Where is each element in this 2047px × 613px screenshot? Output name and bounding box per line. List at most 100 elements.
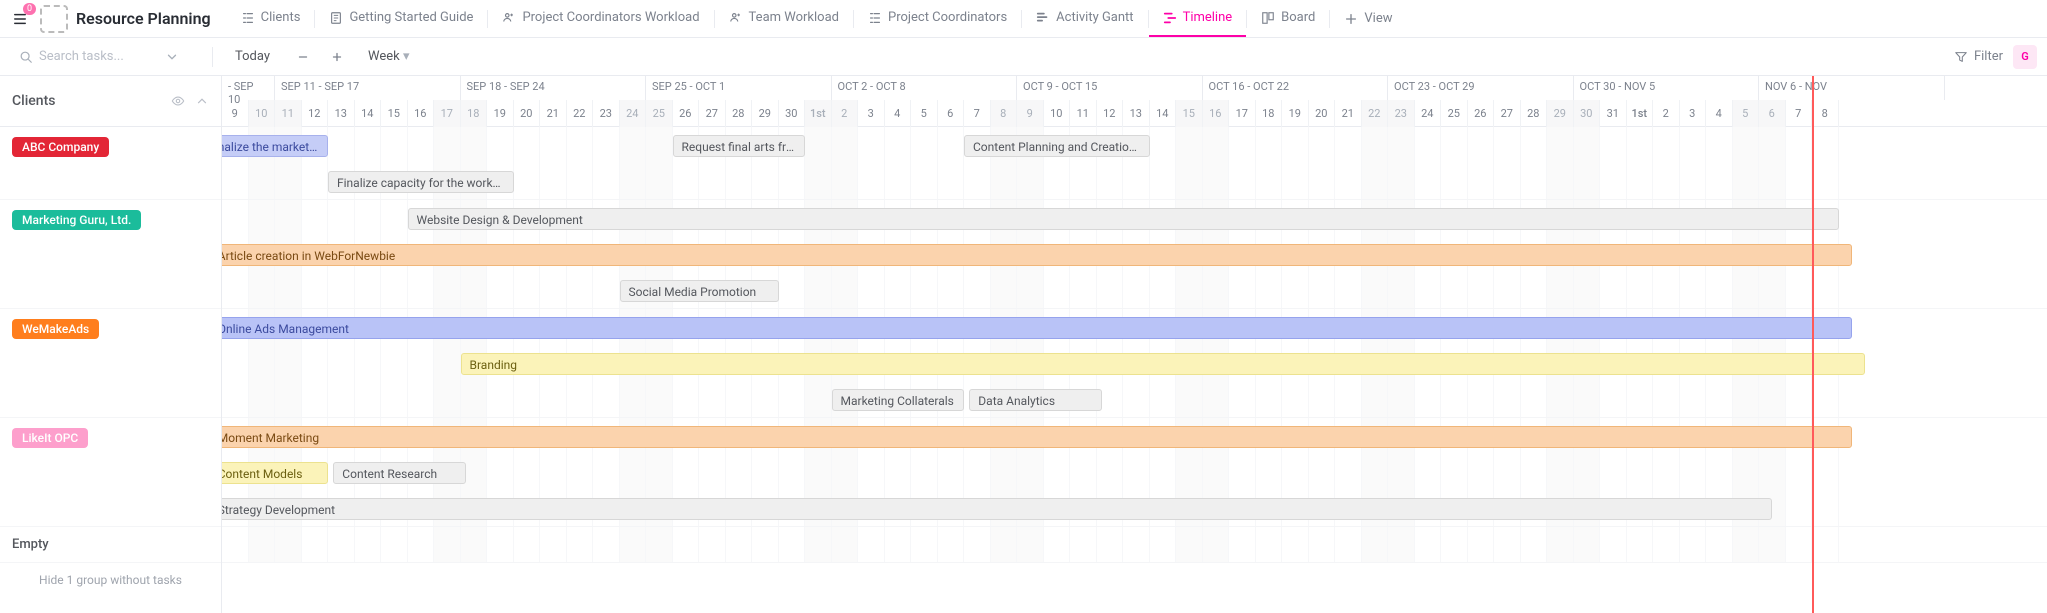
- day-header[interactable]: 17: [1229, 100, 1256, 127]
- task-bar[interactable]: Marketing Collaterals: [832, 389, 965, 411]
- collapse-icon[interactable]: [195, 94, 209, 108]
- client-row[interactable]: ABC Company: [0, 127, 221, 200]
- day-header[interactable]: 18: [461, 100, 488, 127]
- day-header[interactable]: 5: [911, 100, 938, 127]
- view-tab-board[interactable]: Board: [1247, 0, 1329, 37]
- day-header[interactable]: 10: [249, 100, 276, 127]
- next-button[interactable]: [326, 46, 348, 68]
- day-header[interactable]: 14: [355, 100, 382, 127]
- day-header[interactable]: 19: [1282, 100, 1309, 127]
- day-header[interactable]: 27: [699, 100, 726, 127]
- client-row[interactable]: Empty: [0, 527, 221, 563]
- chevron-down-icon[interactable]: [165, 50, 179, 64]
- day-header[interactable]: 29: [752, 100, 779, 127]
- view-tab-getting-started-guide[interactable]: Getting Started Guide: [315, 0, 487, 37]
- list-color-icon[interactable]: [40, 5, 68, 33]
- group-by-button[interactable]: G: [2013, 45, 2037, 69]
- menu-toggle[interactable]: 0: [8, 7, 32, 31]
- view-tab-clients[interactable]: Clients: [227, 0, 315, 37]
- day-header[interactable]: 24: [1415, 100, 1442, 127]
- day-header[interactable]: 25: [1441, 100, 1468, 127]
- day-header[interactable]: 8: [1812, 100, 1839, 127]
- day-header[interactable]: 15: [1176, 100, 1203, 127]
- day-header[interactable]: 28: [1521, 100, 1548, 127]
- day-header[interactable]: 6: [1759, 100, 1786, 127]
- day-header[interactable]: 17: [434, 100, 461, 127]
- prev-button[interactable]: [292, 46, 314, 68]
- view-tab-project-coordinators-workload[interactable]: Project Coordinators Workload: [488, 0, 713, 37]
- day-header[interactable]: 4: [885, 100, 912, 127]
- task-bar[interactable]: nalize the marketin...: [222, 135, 328, 157]
- day-header[interactable]: 10: [1044, 100, 1071, 127]
- day-header[interactable]: 9: [222, 100, 249, 127]
- day-header[interactable]: 14: [1150, 100, 1177, 127]
- view-tab-project-coordinators[interactable]: Project Coordinators: [854, 0, 1021, 37]
- hide-empty-link[interactable]: Hide 1 group without tasks: [0, 563, 221, 597]
- day-header[interactable]: 27: [1494, 100, 1521, 127]
- task-bar[interactable]: Content Planning and Creation fo...: [964, 135, 1150, 157]
- day-header[interactable]: 16: [408, 100, 435, 127]
- day-header[interactable]: 20: [514, 100, 541, 127]
- task-bar[interactable]: Social Media Promotion: [620, 280, 779, 302]
- day-header[interactable]: 12: [1097, 100, 1124, 127]
- task-bar[interactable]: Website Design & Development: [408, 208, 1839, 230]
- day-header[interactable]: 16: [1203, 100, 1230, 127]
- day-header[interactable]: 23: [593, 100, 620, 127]
- day-header[interactable]: 4: [1706, 100, 1733, 127]
- client-row[interactable]: LikeIt OPC: [0, 418, 221, 527]
- day-header[interactable]: 11: [275, 100, 302, 127]
- task-bar[interactable]: Finalize capacity for the workshop: [328, 171, 514, 193]
- add-view-button[interactable]: View: [1330, 11, 1406, 26]
- client-pill[interactable]: WeMakeAds: [12, 319, 99, 339]
- day-header[interactable]: 9: [1017, 100, 1044, 127]
- day-header[interactable]: 13: [328, 100, 355, 127]
- view-tab-timeline[interactable]: Timeline: [1149, 0, 1247, 37]
- client-pill[interactable]: Marketing Guru, Ltd.: [12, 210, 141, 230]
- day-header[interactable]: 30: [779, 100, 806, 127]
- day-header[interactable]: 8: [991, 100, 1018, 127]
- task-bar[interactable]: Article creation in WebForNewbie: [222, 244, 1852, 266]
- task-bar[interactable]: Branding: [461, 353, 1866, 375]
- day-header[interactable]: 5: [1733, 100, 1760, 127]
- day-header[interactable]: 15: [381, 100, 408, 127]
- day-header[interactable]: 30: [1574, 100, 1601, 127]
- day-header[interactable]: 20: [1309, 100, 1336, 127]
- task-bar[interactable]: Request final arts from...: [673, 135, 806, 157]
- search-input[interactable]: [39, 49, 159, 64]
- task-bar[interactable]: Content Models: [222, 462, 328, 484]
- today-button[interactable]: Today: [225, 45, 280, 68]
- task-bar[interactable]: Online Ads Management: [222, 317, 1852, 339]
- day-header[interactable]: 21: [540, 100, 567, 127]
- page-title[interactable]: Resource Planning: [76, 9, 211, 28]
- gantt-body[interactable]: nalize the marketin... Request final arts…: [222, 127, 2047, 563]
- day-header[interactable]: 23: [1388, 100, 1415, 127]
- day-header[interactable]: 7: [964, 100, 991, 127]
- eye-icon[interactable]: [171, 94, 185, 108]
- day-header[interactable]: 1st: [1627, 100, 1654, 127]
- day-header[interactable]: 24: [620, 100, 647, 127]
- day-header[interactable]: 31: [1600, 100, 1627, 127]
- day-header[interactable]: 26: [1468, 100, 1495, 127]
- day-header[interactable]: 3: [858, 100, 885, 127]
- day-header[interactable]: 11: [1070, 100, 1097, 127]
- client-row[interactable]: Marketing Guru, Ltd.: [0, 200, 221, 309]
- day-header[interactable]: 1st: [805, 100, 832, 127]
- day-header[interactable]: 7: [1786, 100, 1813, 127]
- day-header[interactable]: 25: [646, 100, 673, 127]
- client-pill[interactable]: LikeIt OPC: [12, 428, 88, 448]
- client-pill[interactable]: ABC Company: [12, 137, 109, 157]
- day-header[interactable]: 26: [673, 100, 700, 127]
- search-box[interactable]: [10, 44, 200, 69]
- view-tab-activity-gantt[interactable]: Activity Gantt: [1022, 0, 1147, 37]
- task-bar[interactable]: Strategy Development: [222, 498, 1772, 520]
- day-header[interactable]: 13: [1123, 100, 1150, 127]
- day-header[interactable]: 22: [567, 100, 594, 127]
- day-header[interactable]: 12: [302, 100, 329, 127]
- day-header[interactable]: 2: [1653, 100, 1680, 127]
- task-bar[interactable]: Content Research: [333, 462, 466, 484]
- view-tab-team-workload[interactable]: Team Workload: [715, 0, 853, 37]
- zoom-level[interactable]: Week ▾: [360, 45, 417, 68]
- day-header[interactable]: 21: [1335, 100, 1362, 127]
- day-header[interactable]: 2: [832, 100, 859, 127]
- task-bar[interactable]: Moment Marketing: [222, 426, 1852, 448]
